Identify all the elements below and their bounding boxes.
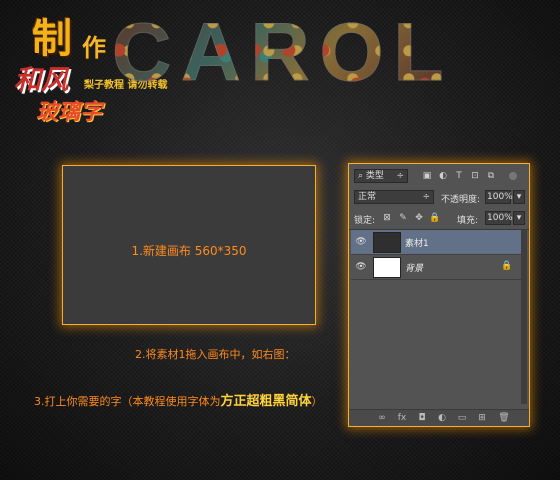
tutorial-logo: 制 作 和风 梨子教程 请勿转载 玻璃字 <box>10 6 167 126</box>
lock-transparent-icon[interactable]: ⊠ <box>381 212 393 224</box>
layer-style-icon[interactable]: fx <box>395 412 409 424</box>
logo-char-zuo: 作 <box>82 34 106 62</box>
filter-toggle[interactable] <box>509 172 517 180</box>
chevron-down-icon: ▾ <box>516 213 522 223</box>
lock-all-icon[interactable]: 🔒 <box>429 212 441 224</box>
lock-label: 锁定: <box>354 216 376 226</box>
smart-object-filter-icon[interactable]: ⧉ <box>485 170 497 182</box>
trash-icon[interactable]: 🗑 <box>497 412 511 424</box>
fill-dropdown[interactable]: ▾ <box>513 211 525 225</box>
opacity-label: 不透明度: <box>441 195 481 205</box>
step-3-text: 3.打上你需要的字（本教程使用字体为方正超粗黑简体） <box>34 390 323 409</box>
lock-position-icon[interactable]: ✥ <box>413 212 425 224</box>
blend-mode-select[interactable]: 正常 ÷ <box>354 190 434 204</box>
fill-label: 填充: <box>457 216 479 226</box>
layer-name: 素材1 <box>405 239 429 249</box>
chevron-down-icon: ▾ <box>516 192 522 202</box>
layer-row-sucai1[interactable]: 👁 素材1 <box>351 230 521 255</box>
layer-thumbnail <box>373 257 401 278</box>
eye-icon[interactable]: 👁 <box>355 261 367 273</box>
canvas-label: 1.新建画布 560*350 <box>131 244 247 258</box>
lock-image-icon[interactable]: ✎ <box>397 212 409 224</box>
step-3-suffix: ） <box>311 395 323 408</box>
logo-hefeng: 和风 <box>14 65 68 96</box>
group-folder-icon[interactable]: ▭ <box>455 412 469 424</box>
layers-scrollbar[interactable] <box>521 230 527 404</box>
opacity-value: 100% <box>487 192 513 202</box>
link-layers-icon[interactable]: ∞ <box>375 412 389 424</box>
logo-boli: 玻璃字 <box>36 100 103 125</box>
filter-type-value: 类型 <box>365 171 384 181</box>
type-filter-icon[interactable]: T <box>453 170 465 182</box>
big-title-carol: CAROL <box>112 6 454 100</box>
layers-panel: ⌕ 类型 ÷ ▣ ◐ T ⊡ ⧉ 正常 ÷ 不透明度: 100% ▾ 锁定: ⊠… <box>348 163 530 427</box>
chevron-down-icon: ÷ <box>422 192 430 202</box>
opacity-dropdown[interactable]: ▾ <box>513 190 525 204</box>
logo-char-zhi: 制 <box>32 15 72 62</box>
lock-icon: 🔒 <box>501 261 513 271</box>
pixel-filter-icon[interactable]: ▣ <box>421 170 433 182</box>
new-canvas-preview: 1.新建画布 560*350 <box>62 165 316 325</box>
blend-mode-value: 正常 <box>358 192 377 202</box>
step-3-prefix: 3.打上你需要的字（本教程使用字体为 <box>34 395 221 408</box>
layer-thumbnail <box>373 232 401 253</box>
layers-panel-footer: ∞ fx ◘ ◐ ▭ ⊞ 🗑 <box>349 409 529 426</box>
opacity-input[interactable]: 100% <box>485 190 513 204</box>
fill-input[interactable]: 100% <box>485 211 513 225</box>
layer-row-background[interactable]: 👁 背景 🔒 <box>351 255 521 280</box>
adjustment-layer-icon[interactable]: ◐ <box>435 412 449 424</box>
step-3-font-name: 方正超粗黑简体 <box>220 394 312 409</box>
shape-filter-icon[interactable]: ⊡ <box>469 170 481 182</box>
eye-icon[interactable]: 👁 <box>355 236 367 248</box>
fill-value: 100% <box>487 213 513 223</box>
adjustment-filter-icon[interactable]: ◐ <box>437 170 449 182</box>
step-2-text: 2.将素材1拖入画布中，如右图： <box>135 348 296 361</box>
search-icon: ⌕ <box>358 171 364 181</box>
new-layer-icon[interactable]: ⊞ <box>475 412 489 424</box>
layer-mask-icon[interactable]: ◘ <box>415 412 429 424</box>
chevron-down-icon: ÷ <box>396 171 404 181</box>
layer-name: 背景 <box>405 264 424 274</box>
filter-type-select[interactable]: ⌕ 类型 ÷ <box>354 169 408 183</box>
